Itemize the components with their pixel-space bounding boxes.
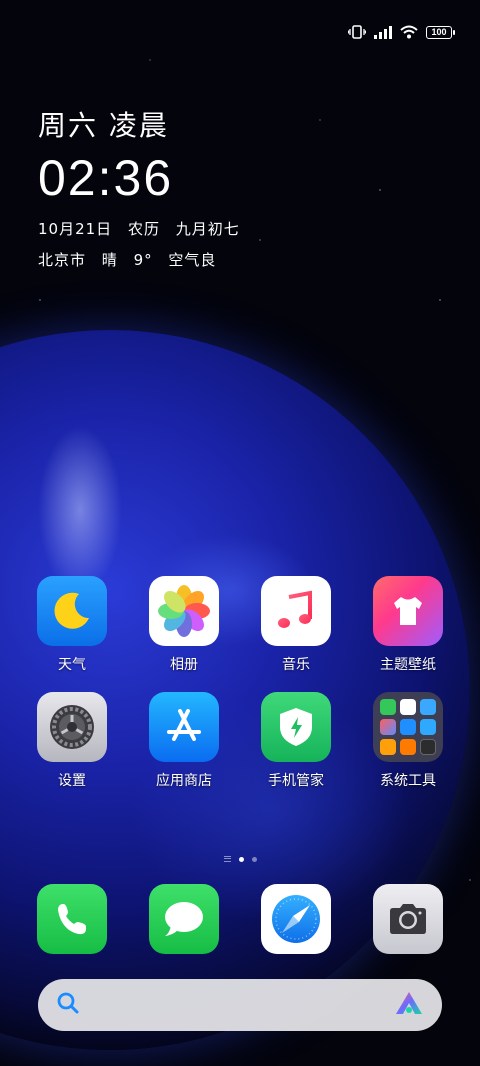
status-bar: 100 <box>348 20 455 44</box>
app-label: 手机管家 <box>268 773 324 789</box>
battery-indicator: 100 <box>426 25 455 39</box>
search-bar[interactable] <box>38 979 442 1031</box>
weather-line: 北京市 晴 9° 空气良 <box>38 249 250 270</box>
browser-compass-icon <box>261 884 331 954</box>
page-indicator[interactable] <box>0 856 480 862</box>
air-quality: 空气良 <box>168 251 217 269</box>
settings-gear-icon <box>37 692 107 762</box>
weather-condition: 晴 <box>101 251 118 269</box>
feed-page-indicator <box>223 856 231 862</box>
app-store[interactable]: 应用商店 <box>148 692 220 790</box>
page-dot-active <box>238 856 244 862</box>
search-mini-icon <box>400 699 416 715</box>
date-label: 10月21日 <box>38 220 113 238</box>
app-settings[interactable]: 设置 <box>36 692 108 790</box>
app-row: 设置 应用商店 手机管家 系统工具 <box>0 692 480 790</box>
themes-shirt-icon <box>373 576 443 646</box>
dock <box>0 884 480 954</box>
date-line: 10月21日 农历 九月初七 <box>38 218 250 239</box>
dock-camera[interactable] <box>372 884 444 954</box>
clock-widget[interactable]: 周六 凌晨 02:36 10月21日 农历 九月初七 北京市 晴 9° 空气良 <box>38 104 250 270</box>
weather-moon-icon <box>37 576 107 646</box>
security-shield-icon <box>261 692 331 762</box>
assistant-logo-icon[interactable] <box>394 990 424 1020</box>
dock-phone[interactable] <box>36 884 108 954</box>
sync-mini-icon <box>420 719 436 735</box>
signal-icon <box>374 25 392 39</box>
shortcuts-mini-icon <box>380 719 396 735</box>
app-row: 天气 相册 音乐 主题壁纸 <box>0 576 480 674</box>
app-store-icon <box>149 692 219 762</box>
messages-icon <box>149 884 219 954</box>
app-photos[interactable]: 相册 <box>148 576 220 674</box>
contacts-mini-icon <box>380 739 396 755</box>
folder-icon <box>373 692 443 762</box>
clock-time: 02:36 <box>38 150 174 206</box>
lunar-date: 九月初七 <box>175 220 240 238</box>
lunar-label: 农历 <box>127 220 160 238</box>
app-label: 相册 <box>170 657 198 673</box>
app-weather[interactable]: 天气 <box>36 576 108 674</box>
wallet-mini-icon <box>420 739 436 755</box>
page-dot <box>251 856 257 862</box>
books-mini-icon <box>400 739 416 755</box>
photos-icon <box>149 576 219 646</box>
vibrate-icon <box>348 25 366 39</box>
app-grid: 天气 相册 音乐 主题壁纸 设置 应用商店 手机管家 系统工具 <box>0 576 480 808</box>
app-label: 设置 <box>58 773 86 789</box>
day-period-label: 周六 凌晨 <box>38 109 169 142</box>
app-label: 天气 <box>58 657 86 673</box>
app-label: 系统工具 <box>380 773 436 789</box>
app-themes[interactable]: 主题壁纸 <box>372 576 444 674</box>
facetime-mini-icon <box>380 699 396 715</box>
app-label: 音乐 <box>282 657 310 673</box>
calculator-mini-icon <box>420 699 436 715</box>
phone-icon <box>37 884 107 954</box>
camera-icon <box>373 884 443 954</box>
folder-system-tools[interactable]: 系统工具 <box>372 692 444 790</box>
wifi-icon <box>400 25 418 39</box>
plane-mini-icon <box>400 719 416 735</box>
dock-messages[interactable] <box>148 884 220 954</box>
search-icon[interactable] <box>56 991 80 1019</box>
app-music[interactable]: 音乐 <box>260 576 332 674</box>
app-label: 主题壁纸 <box>380 657 436 673</box>
app-label: 应用商店 <box>156 773 212 789</box>
dock-browser[interactable] <box>260 884 332 954</box>
app-security[interactable]: 手机管家 <box>260 692 332 790</box>
city-label: 北京市 <box>38 251 87 269</box>
music-note-icon <box>261 576 331 646</box>
temperature: 9° <box>133 251 153 269</box>
